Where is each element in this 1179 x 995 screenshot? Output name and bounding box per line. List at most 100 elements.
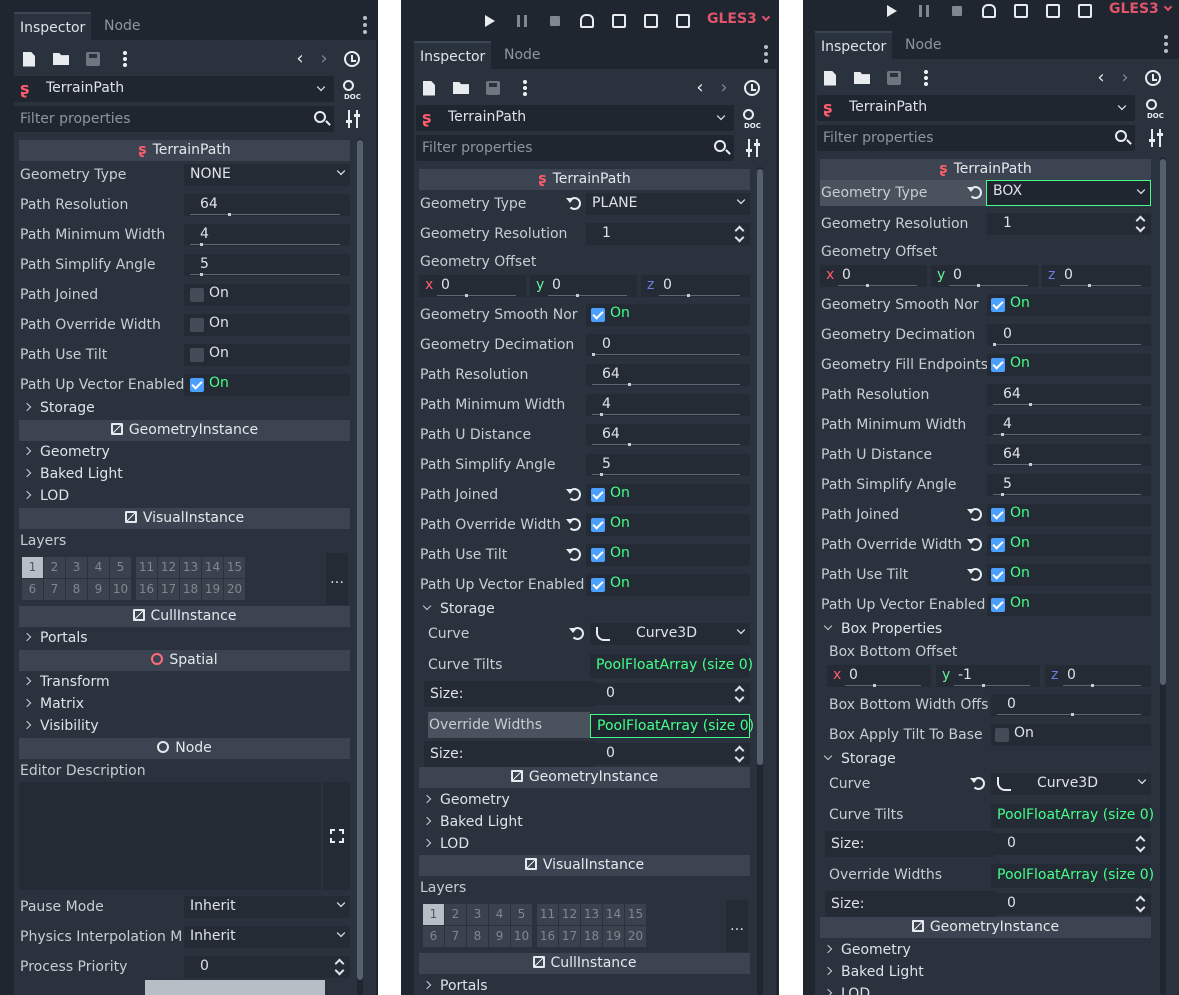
stop-icon[interactable] <box>550 16 560 26</box>
layer-cell[interactable]: 2 <box>445 904 466 925</box>
spinner-icon[interactable] <box>1135 215 1145 233</box>
filter-input[interactable] <box>20 109 276 129</box>
layer-cell[interactable]: 15 <box>625 904 646 925</box>
path-simplify-angle-slider[interactable]: 5 <box>586 454 750 476</box>
save-resource-icon[interactable] <box>482 77 504 99</box>
layer-cell[interactable]: 17 <box>559 926 580 947</box>
section-terrainpath[interactable]: ʂ TerrainPath <box>820 159 1151 180</box>
html5-icon[interactable] <box>1014 4 1028 18</box>
inspector-scrollbar[interactable] <box>757 167 763 995</box>
offset-x-field[interactable]: x0 <box>419 275 526 297</box>
layers-more-button[interactable]: … <box>326 553 348 605</box>
process-priority-spinbox[interactable]: 0 <box>184 956 350 978</box>
history-icon[interactable] <box>1145 70 1161 86</box>
history-icon[interactable] <box>744 80 760 96</box>
revert-icon[interactable] <box>566 548 581 561</box>
horizontal-scroll-thumb[interactable] <box>145 980 325 995</box>
history-forward-icon[interactable]: › <box>717 78 731 98</box>
doc-icon[interactable]: DOC <box>1146 99 1166 120</box>
layer-cell[interactable]: 3 <box>467 904 488 925</box>
save-resource-icon[interactable] <box>883 67 905 89</box>
revert-icon[interactable] <box>566 488 581 501</box>
history-back-icon[interactable]: ‹ <box>1094 68 1108 88</box>
group-baked-light[interactable]: Baked Light <box>22 463 123 485</box>
fill-endpoints-checkbox[interactable] <box>991 358 1005 372</box>
layer-cell[interactable]: 4 <box>88 557 109 578</box>
layer-cell[interactable]: 5 <box>511 904 532 925</box>
layer-cell[interactable]: 11 <box>136 557 157 578</box>
offset-y-field[interactable]: y0 <box>931 265 1038 287</box>
path-resolution-slider[interactable]: 64 <box>184 194 350 216</box>
layer-cell[interactable]: 6 <box>423 926 444 947</box>
path-use-tilt-checkbox[interactable] <box>190 348 204 362</box>
path-use-tilt-checkbox[interactable] <box>991 568 1005 582</box>
layer-cell[interactable]: 7 <box>445 926 466 947</box>
object-selector[interactable]: ʂ TerrainPath <box>14 76 334 102</box>
layer-cell[interactable]: 7 <box>44 579 65 600</box>
object-selector[interactable]: ʂ TerrainPath <box>817 95 1135 121</box>
tab-inspector[interactable]: Inspector <box>815 31 893 59</box>
path-minimum-width-slider[interactable]: 4 <box>586 394 750 416</box>
layer-cell[interactable]: 19 <box>603 926 624 947</box>
history-back-icon[interactable]: ‹ <box>693 78 707 98</box>
slider-grabber[interactable] <box>200 243 203 246</box>
path-up-vector-checkbox[interactable] <box>991 598 1005 612</box>
movie-icon[interactable] <box>644 14 658 28</box>
group-lod[interactable]: LOD <box>823 983 870 995</box>
revert-icon[interactable] <box>970 777 985 790</box>
property-options-icon[interactable] <box>745 139 761 157</box>
layer-cell[interactable]: 4 <box>489 904 510 925</box>
group-baked-light[interactable]: Baked Light <box>422 811 523 833</box>
offset-z-field[interactable]: z0 <box>641 275 750 297</box>
revert-icon[interactable] <box>967 568 982 581</box>
path-u-distance-slider[interactable]: 64 <box>987 444 1151 466</box>
clapper-icon[interactable] <box>1078 4 1092 18</box>
group-lod[interactable]: LOD <box>422 833 469 855</box>
group-transform[interactable]: Transform <box>22 671 110 693</box>
more-options-icon[interactable] <box>915 67 937 89</box>
curve-tilts-size-spinbox[interactable]: 0 <box>991 833 1151 855</box>
group-geometry[interactable]: Geometry <box>823 939 911 961</box>
offset-z-field[interactable]: z0 <box>1042 265 1151 287</box>
spinner-icon[interactable] <box>734 685 744 703</box>
play-icon[interactable] <box>485 15 495 27</box>
path-minimum-width-slider[interactable]: 4 <box>987 414 1151 436</box>
layer-cell[interactable]: 1 <box>22 557 43 578</box>
tab-node[interactable]: Node <box>498 41 547 69</box>
path-up-vector-checkbox[interactable] <box>190 378 204 392</box>
layer-cell[interactable]: 8 <box>467 926 488 947</box>
geometry-type-select[interactable]: PLANE <box>586 193 750 215</box>
section-terrainpath[interactable]: ʂ TerrainPath <box>19 140 350 161</box>
pause-icon[interactable] <box>517 15 527 27</box>
tab-node[interactable]: Node <box>98 12 147 40</box>
new-resource-icon[interactable] <box>18 48 40 70</box>
android-icon[interactable] <box>580 14 594 28</box>
object-selector[interactable]: ʂ TerrainPath <box>416 105 734 131</box>
section-cullinstance[interactable]: CullInstance <box>419 953 750 974</box>
section-terrainpath[interactable]: ʂ TerrainPath <box>419 169 750 190</box>
layer-cell[interactable]: 5 <box>110 557 131 578</box>
more-options-icon[interactable] <box>514 77 536 99</box>
tab-menu-icon[interactable] <box>759 45 773 65</box>
filter-input[interactable] <box>823 128 1078 148</box>
path-joined-checkbox[interactable] <box>591 488 605 502</box>
path-use-tilt-checkbox[interactable] <box>591 548 605 562</box>
geometry-type-select[interactable]: NONE <box>184 164 350 186</box>
decimation-slider[interactable]: 0 <box>987 324 1151 346</box>
path-u-distance-slider[interactable]: 64 <box>586 424 750 446</box>
path-resolution-slider[interactable]: 64 <box>586 364 750 386</box>
stop-icon[interactable] <box>952 6 962 16</box>
layer-cell[interactable]: 15 <box>224 557 245 578</box>
group-visibility[interactable]: Visibility <box>22 715 99 737</box>
clapper-icon[interactable] <box>676 14 690 28</box>
group-geometry[interactable]: Geometry <box>422 789 510 811</box>
history-icon[interactable] <box>344 51 360 67</box>
section-node[interactable]: Node <box>19 738 350 759</box>
layer-cell[interactable]: 20 <box>224 579 245 600</box>
group-matrix[interactable]: Matrix <box>22 693 84 715</box>
override-widths-size-spinbox[interactable]: 0 <box>991 893 1151 915</box>
section-cullinstance[interactable]: CullInstance <box>19 606 350 627</box>
decimation-slider[interactable]: 0 <box>586 334 750 356</box>
tab-inspector[interactable]: Inspector <box>14 12 92 40</box>
save-resource-icon[interactable] <box>82 48 104 70</box>
